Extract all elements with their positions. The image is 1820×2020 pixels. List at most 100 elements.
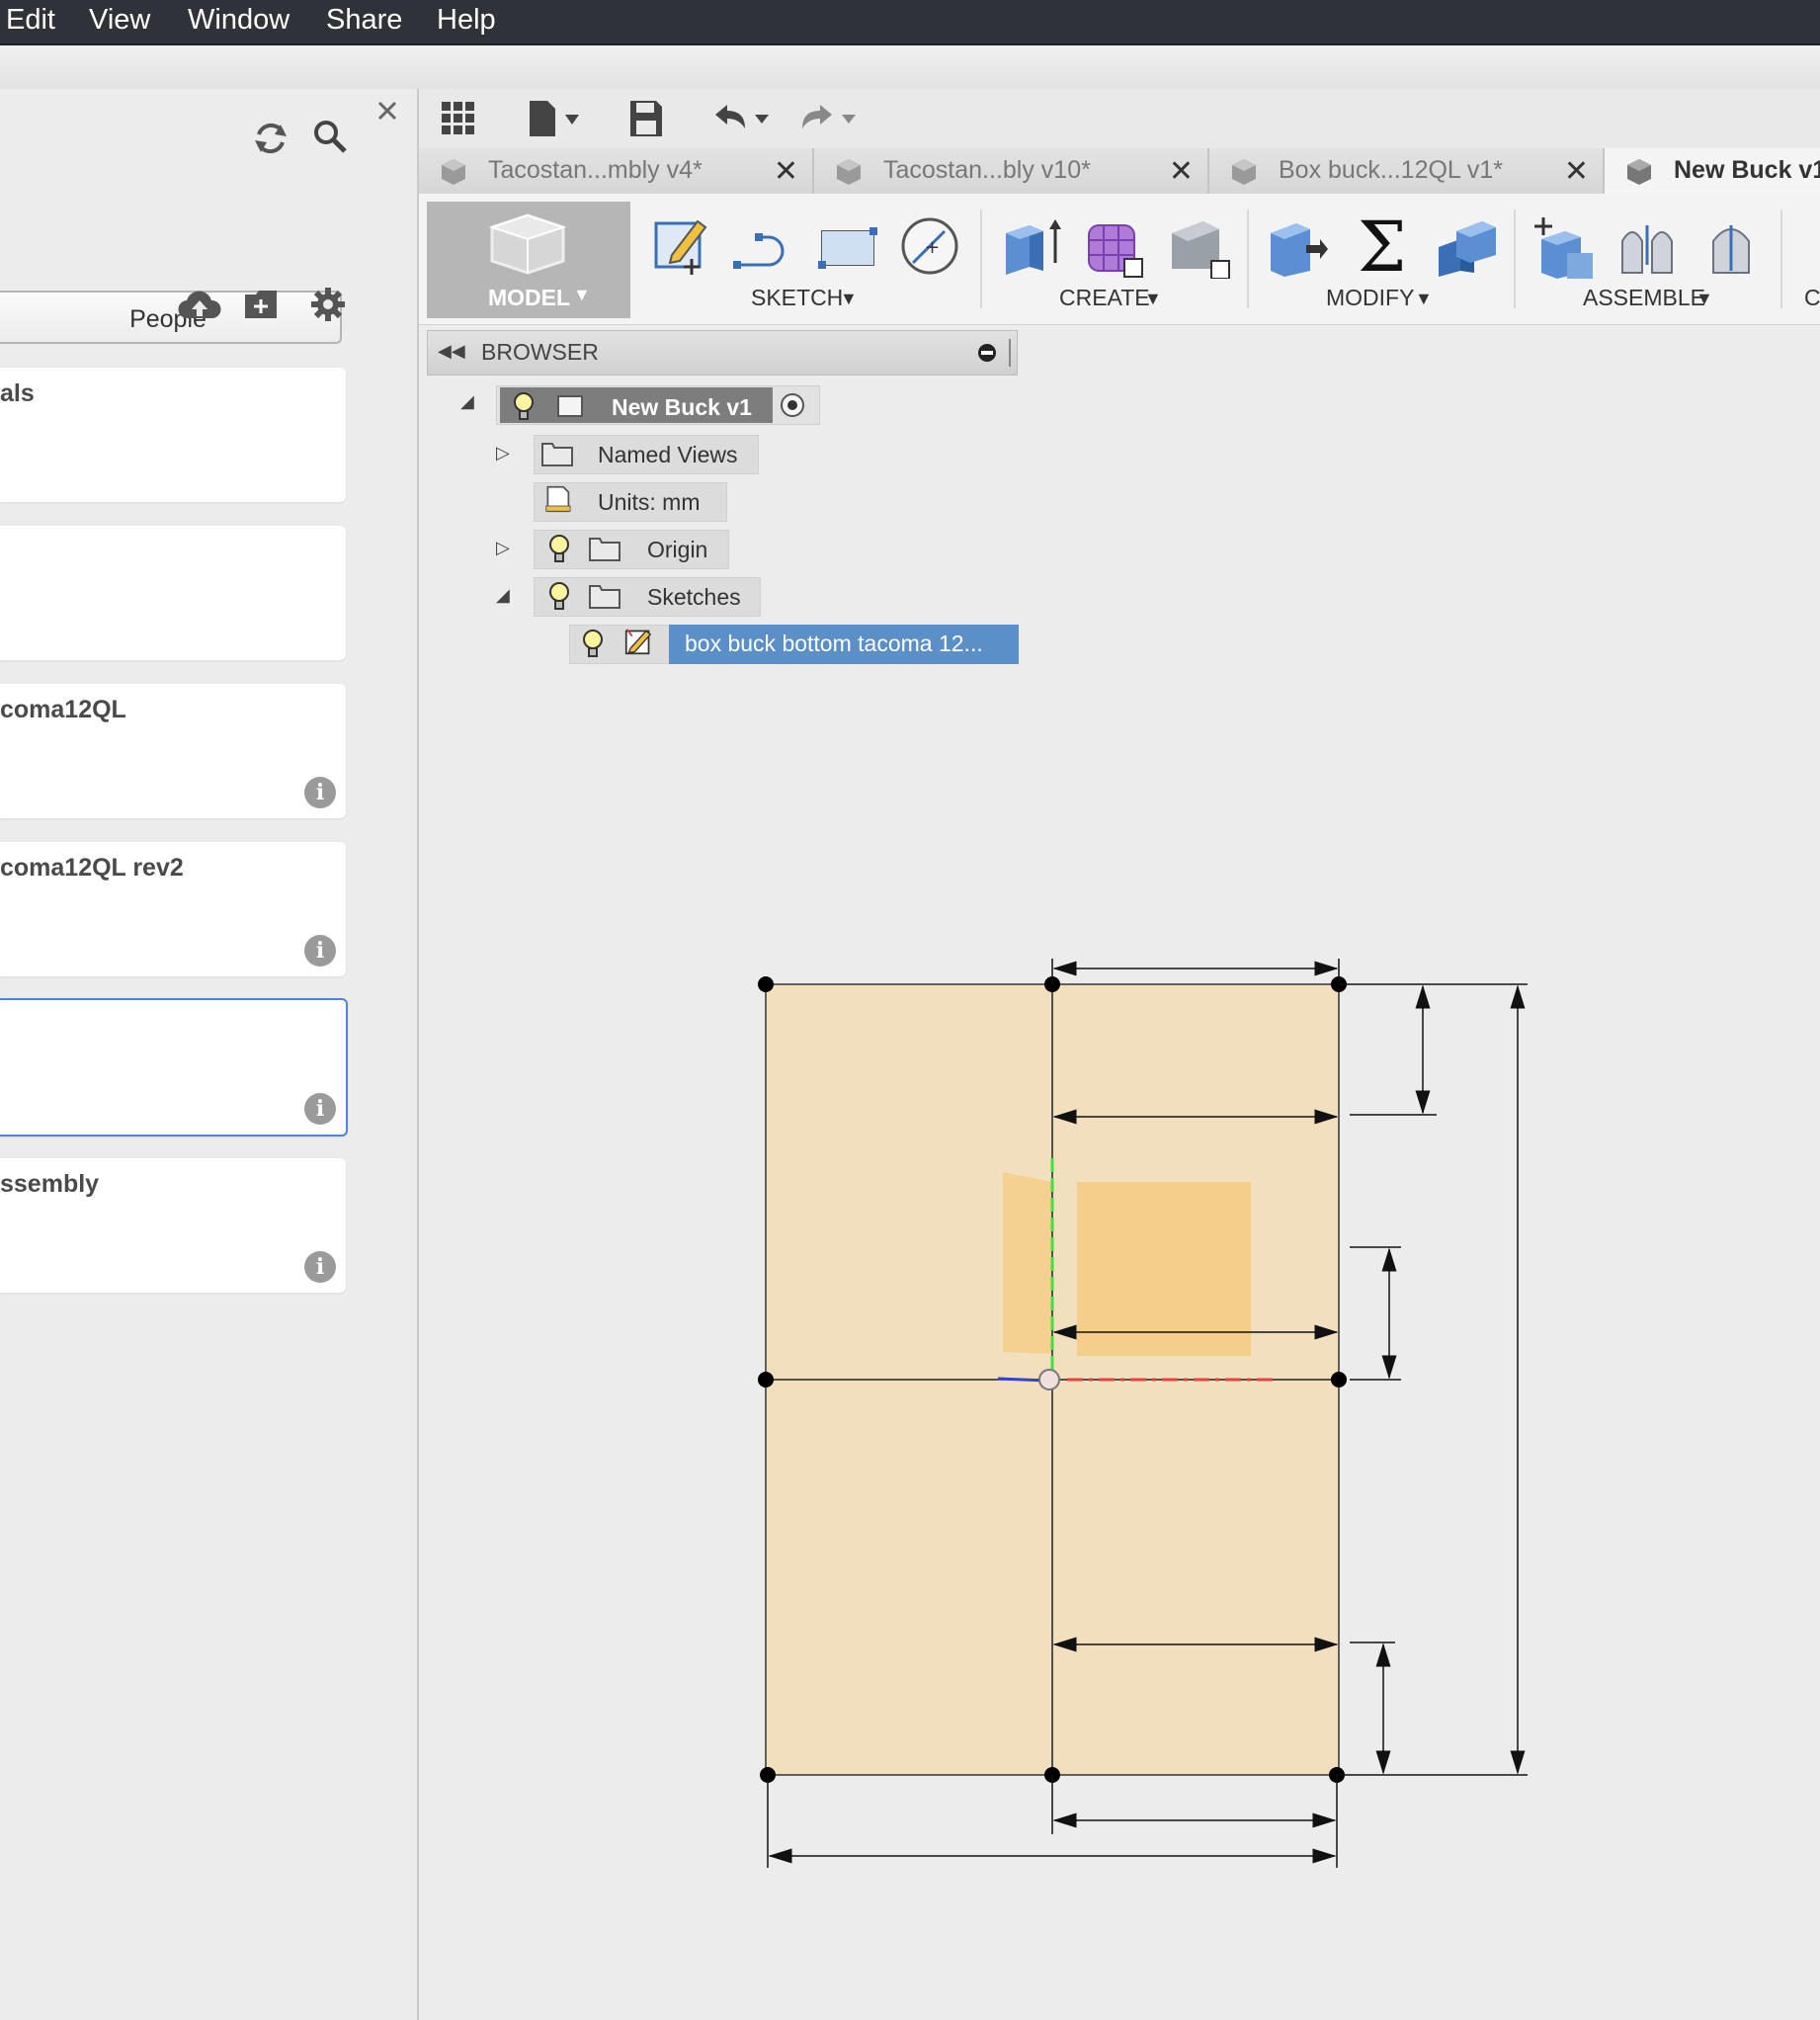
browser-grip[interactable] bbox=[1009, 339, 1011, 367]
visibility-bulb-icon[interactable] bbox=[509, 390, 538, 424]
sketch-group-label[interactable]: SKETCH bbox=[751, 285, 843, 311]
project-card[interactable]: coma12QL rev2 i bbox=[0, 842, 346, 976]
activate-radio-icon[interactable] bbox=[779, 391, 806, 419]
modify-group-label[interactable]: MODIFY bbox=[1326, 285, 1414, 311]
sketch-icon bbox=[624, 629, 652, 655]
new-folder-icon[interactable] bbox=[243, 289, 279, 320]
cloud-upload-icon[interactable] bbox=[178, 289, 221, 322]
file-menu-icon[interactable] bbox=[526, 99, 585, 138]
form-tspline-icon[interactable] bbox=[1085, 213, 1146, 279]
joint-icon[interactable] bbox=[1616, 215, 1682, 279]
selection-highlight: box buck bottom tacoma 12... bbox=[669, 625, 1019, 664]
document-tab-active[interactable]: New Buck v1 bbox=[1605, 148, 1820, 194]
sketch-circle-icon[interactable]: + bbox=[899, 215, 960, 277]
search-icon[interactable] bbox=[312, 119, 348, 154]
info-icon[interactable]: i bbox=[304, 1251, 336, 1283]
minimize-icon[interactable] bbox=[977, 343, 997, 363]
svg-text:Σ: Σ bbox=[1358, 213, 1407, 279]
visibility-bulb-icon[interactable] bbox=[544, 533, 574, 566]
browser-title: BROWSER bbox=[481, 339, 599, 365]
sketch-profile-square[interactable] bbox=[1077, 1182, 1251, 1356]
tab-label: Tacostan...mbly v4* bbox=[488, 156, 703, 184]
browser-item-label: Named Views bbox=[598, 442, 738, 467]
extrude-icon[interactable] bbox=[1000, 215, 1063, 279]
project-card[interactable]: ssembly i bbox=[0, 1158, 346, 1293]
document-tab[interactable]: Box buck...12QL v1* ✕ bbox=[1209, 148, 1605, 194]
create-box-icon[interactable] bbox=[1168, 215, 1231, 279]
info-icon[interactable]: i bbox=[304, 935, 336, 967]
visibility-bulb-icon[interactable] bbox=[544, 580, 574, 614]
browser-item-sketches[interactable]: Sketches bbox=[534, 577, 761, 617]
create-sketch-icon[interactable] bbox=[652, 215, 711, 277]
close-panel-icon[interactable] bbox=[373, 97, 401, 125]
tab-label: New Buck v1 bbox=[1674, 156, 1820, 184]
collapse-triangle-icon[interactable]: ◢ bbox=[460, 391, 474, 412]
menu-bar: Edit View Window Share Help bbox=[0, 0, 1820, 45]
project-card-title: coma12QL rev2 bbox=[0, 854, 184, 882]
dropdown-arrow-icon: ▼ bbox=[1415, 289, 1433, 308]
project-card-title: ssembly bbox=[0, 1170, 100, 1198]
assemble-group-label[interactable]: ASSEMBLE bbox=[1583, 285, 1705, 311]
workspace-switcher[interactable]: MODEL ▼ bbox=[427, 202, 630, 318]
menu-window[interactable]: Window bbox=[188, 4, 290, 37]
close-tab-icon[interactable]: ✕ bbox=[1169, 154, 1194, 189]
browser-item-label: Origin bbox=[647, 537, 708, 562]
press-pull-icon[interactable] bbox=[1267, 215, 1330, 279]
construct-group-label[interactable]: C bbox=[1804, 285, 1820, 311]
compute-sigma-icon[interactable]: Σ bbox=[1356, 213, 1411, 279]
undo-icon[interactable] bbox=[705, 101, 777, 136]
close-tab-icon[interactable]: ✕ bbox=[774, 154, 798, 189]
browser-item-origin[interactable]: Origin bbox=[534, 530, 729, 569]
folder-icon bbox=[589, 585, 620, 609]
project-card[interactable]: coma12QL i bbox=[0, 684, 346, 818]
settings-gear-icon[interactable] bbox=[310, 287, 346, 322]
tab-label: Box buck...12QL v1* bbox=[1279, 156, 1503, 184]
browser-item-named-views[interactable]: Named Views bbox=[534, 435, 759, 474]
dropdown-arrow-icon: ▼ bbox=[840, 289, 858, 308]
project-card[interactable]: als bbox=[0, 368, 346, 502]
menu-view[interactable]: View bbox=[89, 4, 150, 37]
info-icon[interactable]: i bbox=[304, 1093, 336, 1125]
combine-icon[interactable] bbox=[1435, 215, 1500, 279]
sketch-profile-small[interactable] bbox=[1003, 1172, 1051, 1354]
menu-help[interactable]: Help bbox=[437, 4, 496, 37]
refresh-icon[interactable] bbox=[251, 119, 290, 158]
component-icon bbox=[557, 395, 583, 417]
browser-root-node[interactable]: New Buck v1 bbox=[500, 387, 773, 423]
expand-triangle-icon[interactable]: ▷ bbox=[496, 538, 510, 558]
new-component-icon[interactable] bbox=[1531, 215, 1597, 281]
collapse-triangle-icon[interactable]: ◢ bbox=[496, 585, 510, 606]
origin-point[interactable] bbox=[1038, 1369, 1060, 1390]
menu-share[interactable]: Share bbox=[326, 4, 402, 37]
project-card-title: coma12QL bbox=[0, 696, 126, 723]
document-tab[interactable]: Tacostan...mbly v4* ✕ bbox=[419, 148, 814, 194]
data-panel-grid-icon[interactable] bbox=[441, 101, 476, 136]
browser-item-sketch[interactable]: box buck bottom tacoma 12... bbox=[569, 625, 1019, 664]
save-icon[interactable] bbox=[628, 99, 664, 138]
document-tab[interactable]: Tacostan...bly v10* ✕ bbox=[814, 148, 1209, 194]
people-button[interactable]: People bbox=[0, 291, 342, 344]
create-group-label[interactable]: CREATE bbox=[1059, 285, 1150, 311]
component-cube-icon bbox=[1627, 159, 1651, 185]
component-cube-icon bbox=[1232, 159, 1256, 185]
ribbon-separator bbox=[980, 210, 982, 308]
redo-icon[interactable] bbox=[794, 101, 866, 136]
folder-icon bbox=[541, 443, 573, 466]
menu-edit[interactable]: Edit bbox=[6, 4, 55, 37]
as-built-joint-icon[interactable] bbox=[1703, 215, 1759, 279]
close-tab-icon[interactable]: ✕ bbox=[1564, 154, 1589, 189]
dropdown-arrow-icon: ▼ bbox=[573, 285, 591, 304]
visibility-bulb-icon[interactable] bbox=[578, 628, 608, 661]
collapse-browser-icon[interactable]: ◀◀ bbox=[438, 341, 465, 362]
sketch-line-icon[interactable] bbox=[731, 219, 796, 273]
component-cube-icon bbox=[837, 159, 861, 185]
component-cube-icon bbox=[442, 159, 465, 185]
browser-item-units[interactable]: Units: mm bbox=[534, 482, 727, 522]
sketch-rectangle-icon[interactable] bbox=[816, 223, 881, 273]
browser-header[interactable]: ◀◀ BROWSER bbox=[427, 330, 1018, 376]
sketch-canvas[interactable] bbox=[419, 939, 1820, 1888]
project-card-selected[interactable]: i bbox=[0, 998, 348, 1136]
expand-triangle-icon[interactable]: ▷ bbox=[496, 443, 510, 463]
project-card[interactable] bbox=[0, 526, 346, 660]
info-icon[interactable]: i bbox=[304, 777, 336, 808]
